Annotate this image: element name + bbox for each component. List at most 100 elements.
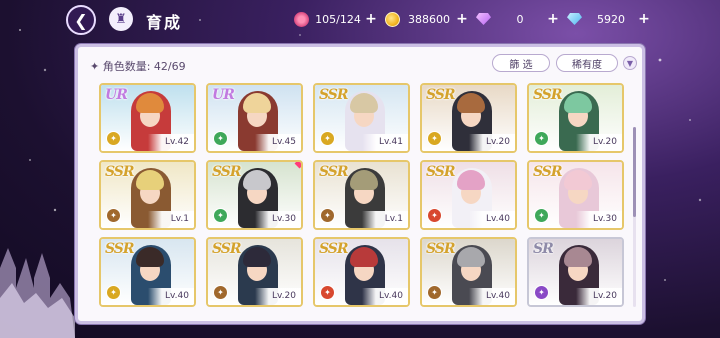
- level-label: Lv.20: [255, 288, 301, 305]
- back-arrow-icon: ❮: [74, 10, 88, 30]
- character-card[interactable]: SSR ✦ Lv.1: [313, 160, 410, 230]
- rarity-badge: SSR: [533, 87, 563, 103]
- rarity-badge: SSR: [426, 164, 456, 180]
- top-bar: ❮ ♜ 育成 105/124 + 388600 + 0 + 5920 +: [0, 0, 720, 40]
- character-panel: ✦ 角色数量: 42/69 篩 选 稀有度 ▼ UR ✦ Lv.42 UR ✦ Lv.45…: [75, 44, 645, 324]
- character-hair: [243, 170, 271, 190]
- level-label: Lv.45: [255, 134, 301, 151]
- character-hair: [564, 170, 592, 190]
- rarity-badge: SSR: [105, 164, 135, 180]
- rarity-badge: SSR: [533, 164, 563, 180]
- stamina-value: 105/124: [315, 12, 361, 26]
- level-label: Lv.40: [469, 211, 515, 228]
- character-hair: [457, 93, 485, 113]
- add-gold-button[interactable]: +: [456, 11, 468, 27]
- filter-button[interactable]: 篩 选: [492, 54, 550, 72]
- rarity-badge: UR: [105, 87, 128, 103]
- character-card[interactable]: SSR ✦ Lv.40: [99, 237, 196, 307]
- free-gems-value: 5920: [597, 12, 625, 26]
- character-hair: [350, 170, 378, 190]
- rarity-sort-button[interactable]: 稀有度: [556, 54, 618, 72]
- castle-home-icon: ♜: [115, 11, 127, 27]
- rarity-badge: SSR: [212, 241, 242, 257]
- level-label: Lv.30: [576, 211, 622, 228]
- attribute-icon: ✦: [320, 208, 335, 223]
- rarity-badge: SSR: [426, 87, 456, 103]
- character-card[interactable]: SSR ✦ Lv.40: [420, 237, 517, 307]
- character-hair: [457, 170, 485, 190]
- rarity-badge: SR: [533, 241, 554, 257]
- back-button[interactable]: ❮: [66, 5, 96, 35]
- attribute-icon: ✦: [427, 285, 442, 300]
- level-label: Lv.41: [362, 134, 408, 151]
- scrollbar-thumb[interactable]: [633, 127, 636, 217]
- rarity-badge: SSR: [319, 87, 349, 103]
- rarity-badge: SSR: [212, 164, 242, 180]
- paid-gems-resource: 0 +: [476, 11, 559, 27]
- attribute-icon: ✦: [427, 208, 442, 223]
- gold-value: 388600: [408, 12, 450, 26]
- blue-diamond-icon: [567, 13, 582, 25]
- character-card[interactable]: SSR ✦ Lv.40: [313, 237, 410, 307]
- level-label: Lv.20: [576, 288, 622, 305]
- level-label: Lv.40: [469, 288, 515, 305]
- sort-arrow-icon: ▼: [626, 58, 634, 68]
- level-label: Lv.1: [362, 211, 408, 228]
- attribute-icon: ✦: [213, 131, 228, 146]
- castle-silhouette: [0, 248, 75, 338]
- character-hair: [243, 247, 271, 267]
- character-card[interactable]: UR ✦ Lv.45: [206, 83, 303, 153]
- add-paid-gems-button[interactable]: +: [547, 11, 559, 27]
- character-card[interactable]: SSR ✦ Lv.20: [420, 83, 517, 153]
- scrollbar[interactable]: [633, 127, 636, 307]
- rarity-badge: SSR: [105, 241, 135, 257]
- add-stamina-button[interactable]: +: [365, 11, 377, 27]
- character-card[interactable]: SSR ✦ Lv.41: [313, 83, 410, 153]
- character-card[interactable]: SSR ✦ Lv.30: [206, 160, 303, 230]
- character-hair: [564, 247, 592, 267]
- character-hair: [136, 170, 164, 190]
- character-count: ✦ 角色数量: 42/69: [90, 60, 186, 73]
- character-card[interactable]: SSR ✦ Lv.40: [420, 160, 517, 230]
- character-hair: [350, 247, 378, 267]
- character-hair: [136, 247, 164, 267]
- rarity-badge: SSR: [319, 164, 349, 180]
- rarity-badge: SSR: [426, 241, 456, 257]
- character-grid: UR ✦ Lv.42 UR ✦ Lv.45 SSR ✦ Lv.41 SSR ✦ Lv.20 SSR ✦ Lv…: [99, 83, 629, 307]
- character-hair: [564, 93, 592, 113]
- level-label: Lv.40: [362, 288, 408, 305]
- character-card[interactable]: SSR ✦ Lv.20: [206, 237, 303, 307]
- attribute-icon: ✦: [534, 208, 549, 223]
- attribute-icon: ✦: [106, 285, 121, 300]
- attribute-icon: ✦: [320, 131, 335, 146]
- level-label: Lv.42: [148, 134, 194, 151]
- sort-order-button[interactable]: ▼: [623, 56, 637, 70]
- attribute-icon: ✦: [213, 208, 228, 223]
- home-button[interactable]: ♜: [109, 7, 133, 31]
- character-card[interactable]: SSR ✦ Lv.1: [99, 160, 196, 230]
- level-label: Lv.1: [148, 211, 194, 228]
- resource-bar: 105/124 + 388600 + 0 + 5920 +: [286, 9, 650, 29]
- attribute-icon: ✦: [534, 285, 549, 300]
- candy-icon: [294, 11, 309, 27]
- attribute-icon: ✦: [320, 285, 335, 300]
- character-card[interactable]: UR ✦ Lv.42: [99, 83, 196, 153]
- page-title: 育成: [146, 13, 183, 32]
- character-card[interactable]: SSR ✦ Lv.30: [527, 160, 624, 230]
- level-label: Lv.20: [469, 134, 515, 151]
- pink-diamond-icon: [476, 13, 491, 25]
- rarity-badge: SSR: [319, 241, 349, 257]
- character-card[interactable]: SSR ✦ Lv.20: [527, 83, 624, 153]
- character-hair: [457, 247, 485, 267]
- rarity-badge: UR: [212, 87, 235, 103]
- character-hair: [243, 93, 271, 113]
- attribute-icon: ✦: [427, 131, 442, 146]
- level-label: Lv.20: [576, 134, 622, 151]
- attribute-icon: ✦: [534, 131, 549, 146]
- level-label: Lv.30: [255, 211, 301, 228]
- add-free-gems-button[interactable]: +: [638, 11, 650, 27]
- paid-gems-value: 0: [516, 12, 524, 26]
- character-card[interactable]: SR ✦ Lv.20: [527, 237, 624, 307]
- free-gems-resource: 5920 +: [567, 11, 650, 27]
- coin-icon: [385, 11, 400, 27]
